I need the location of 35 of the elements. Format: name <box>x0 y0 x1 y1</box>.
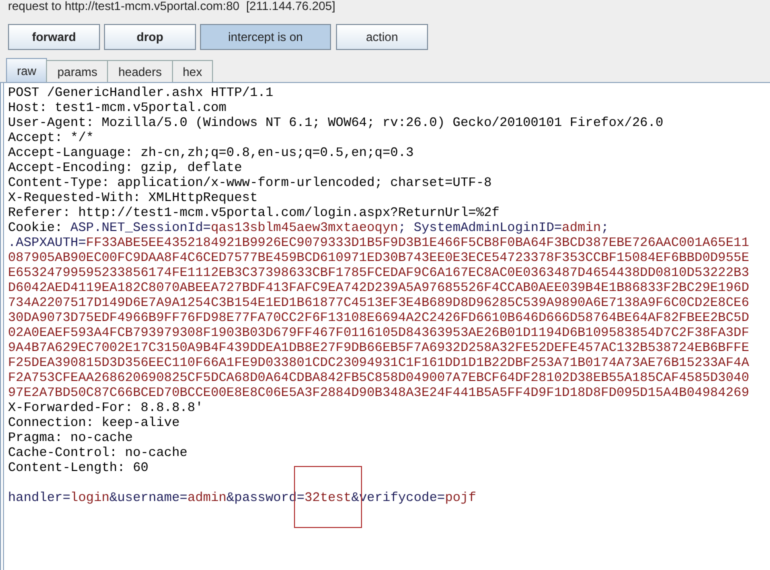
request-line: Content-Length: 60 <box>8 460 148 475</box>
toggle-button[interactable]: intercept is on <box>200 24 331 50</box>
request-line: F25DEA390815D3D356EEC110F66A1FE9D033801CDC23094931C1F161DD1D1B22DBF253A71B0174A73AE76B15233AF4A <box>8 355 750 370</box>
request-editor[interactable] <box>0 83 770 570</box>
request-line: User-Agent: Mozilla/5.0 (Windows NT 6.1; WOW64; rv:26.0) Gecko/20100101 Firefox/26.0 <box>8 115 664 130</box>
view-tab[interactable]: hex <box>172 60 214 82</box>
request-line: Accept: */* <box>8 130 94 145</box>
request-line: POST /GenericHandler.ashx HTTP/1.1 <box>8 85 274 100</box>
view-tab[interactable]: params <box>46 60 108 82</box>
request-title: request to http://test1-mcm.v5portal.com:80 [211.144.76.205] <box>7 0 336 15</box>
request-line: Connection: keep-alive <box>8 415 180 430</box>
request-line: Cache-Control: no-cache <box>8 445 188 460</box>
request-line: 087905AB90EC00FC9DAA8F4C6CED7577BE459BCD610971ED30B743EE0E3ECE54723378F353CCBF15084EF6BBD0D955E <box>8 250 750 265</box>
request-line: Referer: http://test1-mcm.v5portal.com/login.aspx?ReturnUrl=%2f <box>8 205 500 220</box>
action-button[interactable]: forward <box>8 24 100 50</box>
request-line: 9A4B7A629EC7002E17C3150A9B4F439DDEA1DB8E27F9DB66EB5F7A6932D258A32FE52DEFE457AC132B538724EB6BFFE <box>8 340 750 355</box>
request-line: 02A0EAEF593A4FCB793979308F1903B03D679FF467F0116105D84363953AE26B01D1194D6B109583854D7C2F38FA3DF <box>8 325 750 340</box>
request-line: E65324799595233856174FE1112EB3C37398633CBF1785FCEDAF9C6A167EC8AC0E0363487D4654438DD0810D53222B3 <box>8 265 750 280</box>
request-line: 734A2207517D149D6E7A9A1254C3B154E1ED1B61877C4513EF3E4B689D8D96285C539A9890A6E7138A9F6C0CD2E8CE6 <box>8 295 750 310</box>
request-line: Cookie: ASP.NET_SessionId=qas13sblm45aew3mxtaeoqyn; SystemAdminLoginID=admin; <box>8 220 609 235</box>
request-line: D6042AED4119EA182C8070ABEEA727BDF413FAFC9EA742D239A5A97685526F4CCAB0AEE039B4E1B86833F2BC29E196D <box>8 280 750 295</box>
request-line: Accept-Language: zh-cn,zh;q=0.8,en-us;q=0.5,en;q=0.3 <box>8 145 414 160</box>
request-line: X-Requested-With: XMLHttpRequest <box>8 190 258 205</box>
request-line: .ASPXAUTH=FF33ABE5EE4352184921B9926EC9079333D1B5F9D3B1E466F5CB8F0BA64F3BCD387EBE726AAC001A65E11 <box>8 235 750 250</box>
request-line: 97E2A7BD50C87C66BCED70BCCE00E8E8C06E5A3F2884D90B348A3E24F441B5A5FF4D9F1D18D8FD095D15A4B04984269 <box>8 385 750 400</box>
request-line: Pragma: no-cache <box>8 430 133 445</box>
request-line: X-Forwarded-For: 8.8.8.8' <box>8 400 204 415</box>
request-line: F2A753CFEAA268620690825CF5DCA68D0A64CDBA842FB5C858D049007A7EBCF64DF28102D38EB55A185CAF4585D3040 <box>8 370 750 385</box>
action-button[interactable]: action <box>336 24 428 50</box>
request-line: Accept-Encoding: gzip, deflate <box>8 160 242 175</box>
request-line: Content-Type: application/x-www-form-urlencoded; charset=UTF-8 <box>8 175 492 190</box>
view-tab[interactable]: raw <box>6 58 48 82</box>
request-line: Host: test1-mcm.v5portal.com <box>8 100 226 115</box>
action-button[interactable]: drop <box>104 24 196 50</box>
request-line: 30DA9073D75EDF4966B9FF76FD98E77FA70CC2F6F13108E6694A2C2426FD6610B646D666D58764BE64AF82FBEE2BC5D <box>8 310 750 325</box>
